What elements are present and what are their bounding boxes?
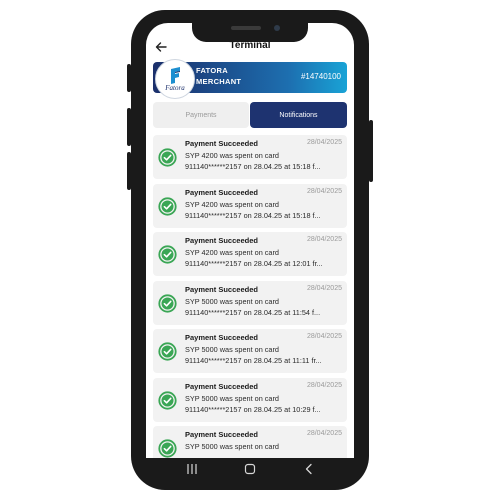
- merchant-name: FATORA: [196, 66, 228, 75]
- notification-card[interactable]: Payment Succeeded 28/04/2025 SYP 5000 was …: [153, 426, 347, 458]
- notification-text-line-1: SYP 5000 was spent on card: [185, 393, 279, 403]
- notification-text-line-1: SYP 5000 was spent on card: [185, 296, 279, 306]
- notification-text-line-1: SYP 5000 was spent on card: [185, 442, 279, 451]
- fatora-logo-icon: [171, 67, 180, 84]
- notification-title: Payment Succeeded: [185, 139, 258, 148]
- notification-title: Payment Succeeded: [185, 236, 258, 245]
- success-check-icon: [158, 293, 177, 313]
- notification-title: Payment Succeeded: [185, 333, 258, 342]
- success-check-icon: [158, 439, 177, 458]
- notification-card[interactable]: Payment Succeeded 28/04/2025 SYP 5000 was …: [153, 377, 347, 422]
- mute-switch: [127, 64, 131, 92]
- notification-date: 28/04/2025: [306, 284, 342, 292]
- notification-date: 28/04/2025: [306, 139, 342, 146]
- notification-date: 28/04/2025: [306, 236, 342, 243]
- notification-text-line-1: SYP 4200 was spent on card: [185, 199, 279, 209]
- notification-card[interactable]: Payment Succeeded 28/04/2025 SYP 5000 was …: [153, 280, 347, 325]
- notification-card[interactable]: Payment Succeeded 28/04/2025 SYP 4200 was …: [153, 135, 347, 179]
- tab-payments[interactable]: Payments: [153, 102, 249, 128]
- notification-text-line-1: SYP 4200 was spent on card: [185, 151, 279, 160]
- notification-text-line-1: SYP 5000 was spent on card: [185, 345, 279, 354]
- merchant-logo: Fatora: [155, 59, 195, 99]
- app-screen: Terminal Fatora FATORA MERCHANT #1474010…: [146, 23, 354, 458]
- success-check-icon: [158, 342, 177, 361]
- notification-card[interactable]: Payment Succeeded 28/04/2025 SYP 4200 was …: [153, 183, 347, 228]
- notification-card[interactable]: Payment Succeeded 28/04/2025 SYP 5000 was …: [153, 329, 347, 373]
- notification-text-line-2: 911140******2157 on 28.04.25 at 12:01 fr…: [185, 259, 323, 268]
- notification-text-line-2: 911140******2157 on 28.04.25 at 10:29 f.…: [185, 404, 321, 414]
- notification-text-line-1: SYP 4200 was spent on card: [185, 248, 279, 257]
- notification-date: 28/04/2025: [306, 430, 342, 437]
- notification-text-line-2: 911140******2157 on 28.04.25 at 15:18 f.…: [185, 162, 321, 171]
- nav-back-icon[interactable]: [302, 463, 316, 475]
- notification-text-line-2: 911140******2157 on 28.04.25 at 11:11 fr…: [185, 356, 322, 365]
- recents-icon[interactable]: [185, 463, 199, 475]
- terminal-id: #14740100: [300, 72, 341, 81]
- notification-card[interactable]: Payment Succeeded 28/04/2025 SYP 4200 was …: [153, 232, 347, 276]
- notification-text-line-2: 911140******2157 on 28.04.25 at 15:18 f.…: [185, 210, 321, 220]
- notification-date: 28/04/2025: [306, 333, 342, 340]
- notification-title: Payment Succeeded: [185, 381, 258, 391]
- system-nav-bar: [146, 458, 354, 480]
- notification-text-line-2: 911140******2157 on 28.04.25 at 11:54 f.…: [185, 307, 321, 317]
- tab-notifications[interactable]: Notifications: [250, 102, 347, 128]
- success-check-icon: [158, 390, 177, 410]
- success-check-icon: [158, 196, 177, 216]
- notification-date: 28/04/2025: [306, 187, 342, 195]
- power-button: [369, 120, 373, 182]
- notification-date: 28/04/2025: [306, 381, 342, 389]
- home-icon[interactable]: [243, 463, 257, 475]
- notification-title: Payment Succeeded: [185, 187, 258, 197]
- merchant-type: MERCHANT: [196, 77, 242, 86]
- volume-up-button: [127, 108, 131, 146]
- notification-title: Payment Succeeded: [185, 430, 258, 439]
- success-check-icon: [158, 148, 177, 167]
- volume-down-button: [127, 152, 131, 190]
- success-check-icon: [158, 245, 177, 264]
- tab-bar: Payments Notifications: [153, 102, 347, 128]
- logo-text: Fatora: [165, 84, 185, 92]
- front-camera: [274, 25, 280, 31]
- earpiece-speaker: [231, 26, 261, 30]
- notification-title: Payment Succeeded: [185, 284, 258, 294]
- phone-notch: [192, 20, 308, 42]
